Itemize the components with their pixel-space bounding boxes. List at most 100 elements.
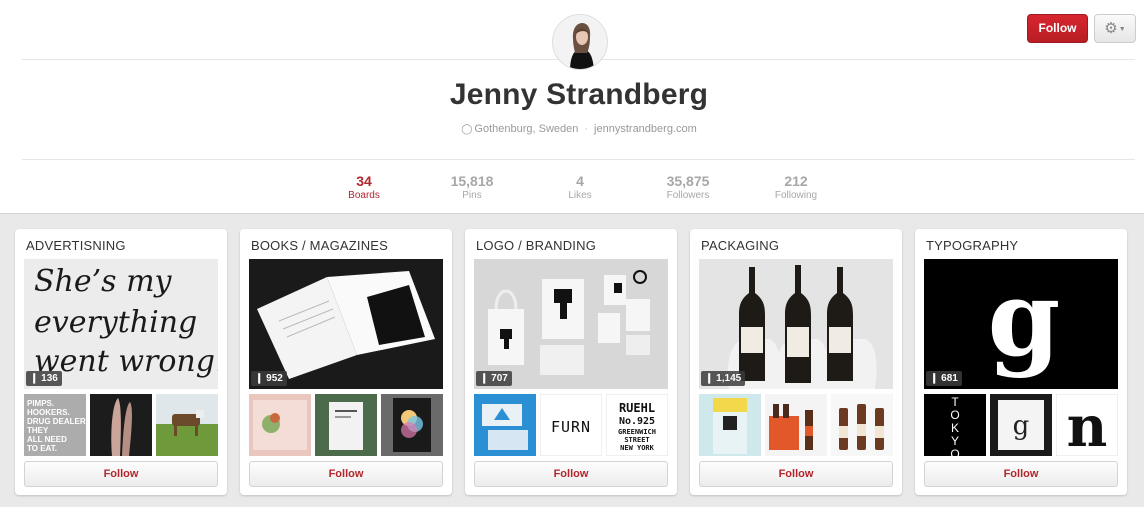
thumbnail[interactable] (381, 394, 443, 456)
thumbnail[interactable]: g (990, 394, 1052, 456)
stat-label: Boards (348, 190, 380, 201)
thumb-text: ALL NEED (27, 435, 67, 444)
board-cover-image[interactable]: ❙ 1,145 (699, 259, 893, 389)
stat-label: Followers (666, 190, 710, 201)
stat-label: Pins (462, 190, 482, 201)
board-card[interactable]: PACKAGING ❙ 1,145 Follow (690, 229, 902, 495)
board-card[interactable]: BOOKS / MAGAZINES ❙ 952 Follow (240, 229, 452, 495)
pin-count: 681 (941, 373, 958, 384)
cover-graphic (699, 259, 893, 389)
board-card[interactable]: ADVERTISNING She’s my everything went wr… (15, 229, 227, 495)
website-link[interactable]: jennystrandberg.com (594, 123, 697, 135)
stat-value: 34 (356, 173, 372, 189)
board-card[interactable]: LOGO / BRANDING ❙ 707 FURN RUEHL No.925 … (465, 229, 677, 495)
stat-label: Following (774, 190, 818, 201)
stat-followers[interactable]: 35,875 Followers (643, 173, 733, 201)
board-follow-button[interactable]: Follow (699, 461, 893, 487)
pin-count-badge: ❙ 136 (26, 371, 62, 386)
profile-name: Jenny Strandberg (449, 78, 709, 111)
thumbnail[interactable] (156, 394, 218, 456)
thumb-text: RUEHL (619, 401, 655, 415)
profile-meta: ◯ Gothenburg, Sweden · jennystrandberg.com (0, 123, 1144, 135)
board-thumbnails (699, 394, 893, 456)
thumbnail[interactable] (249, 394, 311, 456)
thumbnail[interactable] (765, 394, 827, 456)
pin-count: 136 (41, 373, 58, 384)
thumbnail-graphic: FURN (540, 394, 602, 456)
location-text: Gothenburg, Sweden (474, 123, 579, 135)
thumbnail[interactable]: n (1056, 394, 1118, 456)
thumbnail[interactable] (315, 394, 377, 456)
board-thumbnails: FURN RUEHL No.925 GREENWICH STREET NEW Y… (474, 394, 668, 456)
thumb-text: DRUG DEALERS. (27, 417, 86, 426)
thumbnail[interactable] (831, 394, 893, 456)
thumbnail-graphic (249, 394, 311, 456)
thumbnail-graphic (381, 394, 443, 456)
thumbnail[interactable] (474, 394, 536, 456)
board-cover-image[interactable]: g ❙ 681 (924, 259, 1118, 389)
thumb-text: No.925 (619, 416, 655, 427)
separator: · (584, 123, 589, 135)
board-cover-image[interactable]: She’s my everything went wrong. ❙ 136 (24, 259, 218, 389)
board-follow-button[interactable]: Follow (474, 461, 668, 487)
thumbnail[interactable]: RUEHL No.925 GREENWICH STREET NEW YORK (606, 394, 668, 456)
thumbnail-graphic (699, 394, 761, 456)
cover-graphic (474, 259, 668, 389)
thumbnail-graphic (315, 394, 377, 456)
board-title[interactable]: LOGO / BRANDING (476, 238, 596, 253)
profile-header: Follow ⚙▼ Jenny Strandberg ◯ Gothenburg, … (0, 0, 1144, 214)
thumb-text: FURN (551, 418, 591, 436)
board-cover-image[interactable]: ❙ 952 (249, 259, 443, 389)
board-thumbnails: PIMPS. HOOKERS. DRUG DEALERS. THEY ALL N… (24, 394, 218, 456)
thumb-text: THEY (27, 426, 49, 435)
board-cover-image[interactable]: ❙ 707 (474, 259, 668, 389)
stat-label: Likes (568, 190, 592, 201)
board-follow-button[interactable]: Follow (249, 461, 443, 487)
board-card[interactable]: TYPOGRAPHY g ❙ 681 T O K Y O g n Follow (915, 229, 1127, 495)
board-title[interactable]: ADVERTISNING (26, 238, 126, 253)
thumb-text: T (951, 395, 959, 409)
gear-icon: ⚙ (1104, 20, 1118, 37)
board-follow-button[interactable]: Follow (24, 461, 218, 487)
thumb-text: TO EAT. (27, 444, 57, 453)
pin-count-badge: ❙ 1,145 (701, 371, 746, 386)
thumbnail[interactable]: FURN (540, 394, 602, 456)
stat-value: 212 (784, 173, 808, 189)
avatar[interactable] (552, 14, 608, 70)
thumbnail[interactable] (699, 394, 761, 456)
board-title[interactable]: PACKAGING (701, 238, 779, 253)
thumbnail-graphic (765, 394, 827, 456)
thumbnail-graphic: g (990, 394, 1052, 456)
thumbnail[interactable]: PIMPS. HOOKERS. DRUG DEALERS. THEY ALL N… (24, 394, 86, 456)
cover-graphic: g (924, 259, 1118, 389)
board-follow-button[interactable]: Follow (924, 461, 1118, 487)
thumbnail[interactable] (90, 394, 152, 456)
divider (22, 159, 1135, 160)
thumbnail-graphic: n (1056, 394, 1118, 456)
thumbnail-graphic (474, 394, 536, 456)
thumb-text: g (1013, 411, 1030, 441)
thumb-text: O (950, 447, 959, 456)
board-title[interactable]: TYPOGRAPHY (926, 238, 1018, 253)
settings-button[interactable]: ⚙▼ (1094, 14, 1136, 43)
board-thumbnails: T O K Y O g n (924, 394, 1118, 456)
cover-text-line: everything (34, 305, 197, 340)
stat-value: 15,818 (450, 173, 494, 189)
stat-value: 4 (576, 173, 584, 189)
pin-icon: ◯ (461, 124, 473, 135)
stat-likes[interactable]: 4 Likes (535, 173, 625, 201)
stat-pins[interactable]: 15,818 Pins (427, 173, 517, 201)
pin-count-badge: ❙ 952 (251, 371, 287, 386)
follow-button[interactable]: Follow (1027, 14, 1088, 43)
pin-count-badge: ❙ 681 (926, 371, 962, 386)
thumbnail-graphic (90, 394, 152, 456)
thumb-text: n (1067, 394, 1108, 456)
stat-following[interactable]: 212 Following (751, 173, 841, 201)
thumb-text: PIMPS. (27, 399, 54, 408)
thumb-text: HOOKERS. (27, 408, 70, 417)
stat-boards[interactable]: 34 Boards (319, 173, 409, 201)
board-title[interactable]: BOOKS / MAGAZINES (251, 238, 388, 253)
pin-count: 1,145 (716, 373, 742, 384)
thumb-text: STREET (624, 436, 649, 444)
thumbnail[interactable]: T O K Y O (924, 394, 986, 456)
